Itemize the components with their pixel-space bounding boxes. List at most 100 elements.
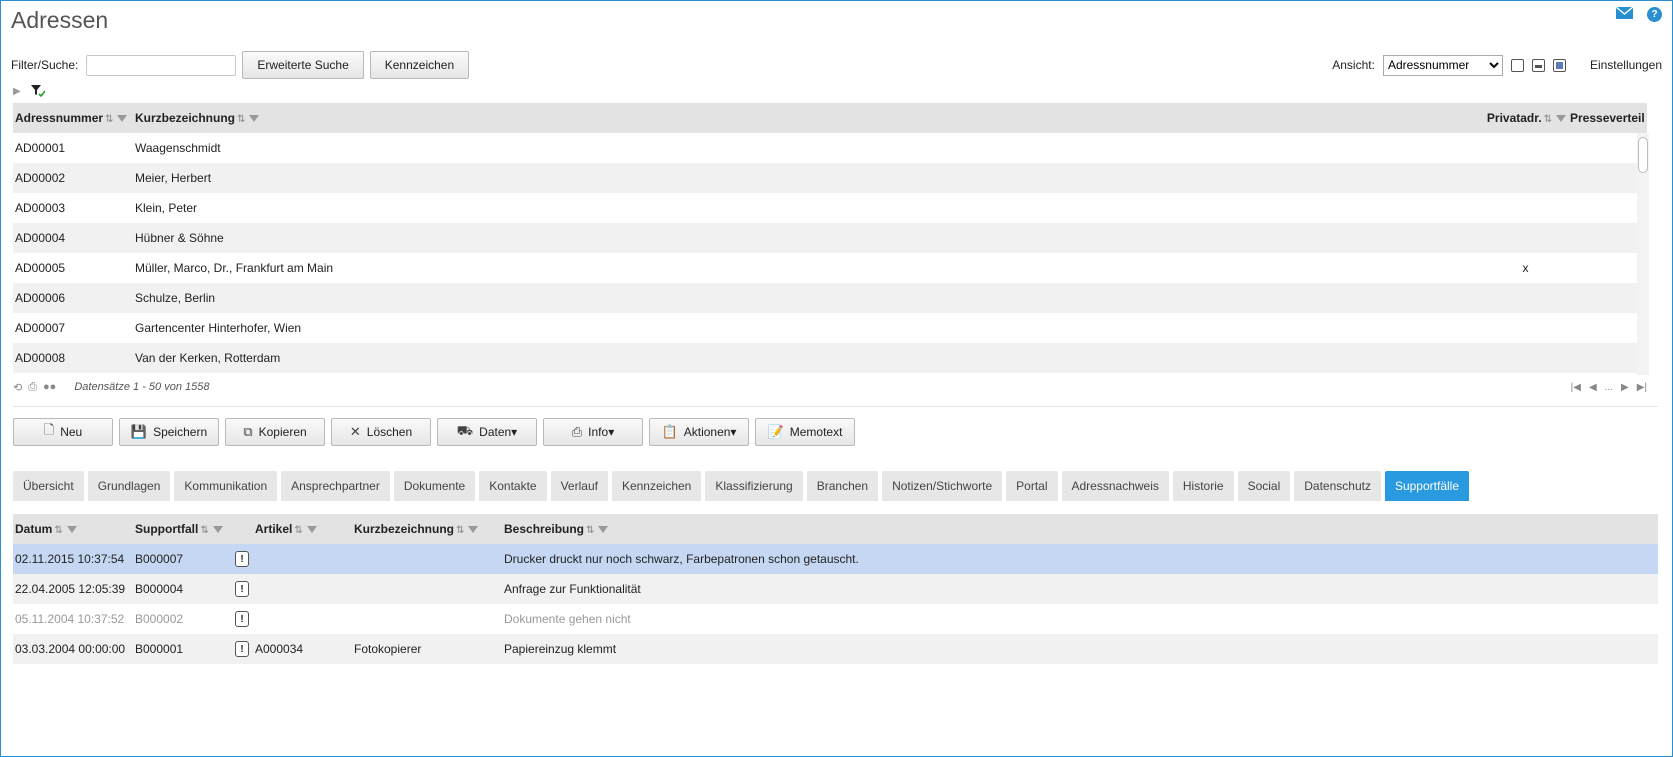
print-icon[interactable]: ⎙	[28, 381, 37, 394]
tab-datenschutz[interactable]: Datenschutz	[1294, 471, 1381, 501]
address-table-body: AD00001 Waagenschmidt AD00002 Meier, Herbe…	[13, 133, 1647, 373]
sort-icon[interactable]: ⇅	[1544, 114, 1552, 125]
col-header-kurzbezeichnung[interactable]: Kurzbezeichnung ⇅	[133, 111, 1483, 125]
mail-icon[interactable]	[1616, 7, 1633, 19]
vertical-scrollbar[interactable]	[1637, 133, 1649, 375]
col-header-artikel[interactable]: Artikel ⇅	[253, 522, 352, 536]
table-row[interactable]: AD00004 Hübner & Söhne	[13, 223, 1647, 253]
column-filter-icon[interactable]	[117, 115, 128, 123]
refresh-icon[interactable]: ⟲	[13, 381, 22, 394]
tab-notizen[interactable]: Notizen/Stichworte	[882, 471, 1003, 501]
page-ellipsis[interactable]: ...	[1605, 382, 1613, 393]
table-row[interactable]: 05.11.2004 10:37:52 B000002! Dokumente geh…	[13, 604, 1658, 634]
save-button[interactable]: 💾 Speichern	[119, 418, 219, 446]
delete-button[interactable]: ✕ Löschen	[331, 418, 431, 446]
pager: ⟲ ⎙ ●● Datensätze 1 - 50 von 1558 |◀ ◀ .…	[13, 379, 1647, 395]
tab-portal[interactable]: Portal	[1006, 471, 1058, 501]
filter-active-icon[interactable]	[30, 85, 45, 97]
sort-icon[interactable]: ⇅	[54, 525, 62, 536]
col-header-presseverteil[interactable]: Presseverteil	[1568, 111, 1647, 125]
column-filter-icon[interactable]	[468, 526, 479, 534]
tab-social[interactable]: Social	[1237, 471, 1291, 501]
info-menu-button[interactable]: ⎙ Info▾	[543, 418, 643, 446]
table-row[interactable]: 22.04.2005 12:05:39 B000004! Anfrage zur F…	[13, 574, 1658, 604]
tab-dokumente[interactable]: Dokumente	[393, 471, 476, 501]
expand-arrow-icon[interactable]: ▶	[13, 86, 21, 97]
data-menu-button[interactable]: ⛟ Daten▾	[437, 418, 537, 446]
help-icon[interactable]: ?	[1647, 7, 1662, 22]
col-header-kurzbezeichnung[interactable]: Kurzbezeichnung ⇅	[352, 522, 502, 536]
memo-icon: 📝	[767, 424, 784, 439]
col-header-privatadr[interactable]: Privatadr. ⇅	[1483, 111, 1568, 125]
advanced-search-button[interactable]: Erweiterte Suche	[242, 51, 364, 79]
column-filter-icon[interactable]	[598, 526, 609, 534]
priority-icon[interactable]: !	[235, 611, 249, 628]
tab-kennzeichen[interactable]: Kennzeichen	[611, 471, 702, 501]
top-icons: ?	[1616, 7, 1662, 22]
sort-icon[interactable]: ⇅	[200, 525, 208, 536]
table-row[interactable]: AD00008 Van der Kerken, Rotterdam	[13, 343, 1647, 373]
copy-button[interactable]: ⧉ Kopieren	[225, 418, 325, 446]
column-filter-icon[interactable]	[306, 526, 317, 534]
first-page-icon[interactable]: |◀	[1571, 382, 1581, 393]
save-icon: 💾	[130, 424, 148, 439]
new-button[interactable]: 🗋 Neu	[13, 418, 113, 446]
table-row[interactable]: AD00001 Waagenschmidt	[13, 133, 1647, 163]
toggle-icon[interactable]: ●●	[43, 381, 56, 394]
tab-kontakte[interactable]: Kontakte	[479, 471, 547, 501]
tab-klassifizierung[interactable]: Klassifizierung	[705, 471, 803, 501]
prev-page-icon[interactable]: ◀	[1589, 382, 1597, 393]
sort-icon[interactable]: ⇅	[586, 525, 594, 536]
pager-nav: |◀ ◀ ... ▶ ▶|	[1571, 382, 1647, 393]
view-controls: Ansicht: Adressnummer Einstellungen	[1332, 54, 1662, 76]
actions-menu-button[interactable]: 📋 Aktionen▾	[649, 418, 749, 446]
priority-icon[interactable]: !	[235, 551, 249, 568]
tab-adressnachweis[interactable]: Adressnachweis	[1061, 471, 1169, 501]
tab-kommunikation[interactable]: Kommunikation	[174, 471, 278, 501]
view-select[interactable]: Adressnummer	[1382, 54, 1503, 76]
clipboard-icon: 📋	[661, 424, 678, 439]
col-header-beschreibung[interactable]: Beschreibung ⇅	[502, 522, 1642, 536]
address-table-header: Adressnummer ⇅ Kurzbezeichnung ⇅ Privatadr…	[13, 103, 1647, 133]
sort-icon[interactable]: ⇅	[237, 114, 245, 125]
col-header-adressnummer[interactable]: Adressnummer ⇅	[13, 111, 133, 125]
last-page-icon[interactable]: ▶|	[1637, 382, 1647, 393]
layout-full-icon[interactable]	[1552, 58, 1566, 72]
col-header-supportfall[interactable]: Supportfall ⇅	[133, 522, 233, 536]
memo-button[interactable]: 📝 Memotext	[755, 418, 855, 446]
truck-icon: ⛟	[456, 423, 474, 438]
detail-tabs: Übersicht Grundlagen Kommunikation Anspr…	[13, 471, 1469, 501]
address-table: Adressnummer ⇅ Kurzbezeichnung ⇅ Privatadr…	[13, 103, 1647, 373]
tab-ansprechpartner[interactable]: Ansprechpartner	[281, 471, 390, 501]
table-row[interactable]: AD00003 Klein, Peter	[13, 193, 1647, 223]
sort-icon[interactable]: ⇅	[105, 114, 113, 125]
tab-grundlagen[interactable]: Grundlagen	[87, 471, 171, 501]
settings-link[interactable]: Einstellungen	[1590, 58, 1662, 72]
tab-supportfaelle[interactable]: Supportfälle	[1384, 471, 1469, 501]
tab-verlauf[interactable]: Verlauf	[550, 471, 608, 501]
priority-icon[interactable]: !	[235, 641, 249, 658]
table-row[interactable]: AD00007 Gartencenter Hinterhofer, Wien	[13, 313, 1647, 343]
table-row[interactable]: AD00002 Meier, Herbert	[13, 163, 1647, 193]
sort-icon[interactable]: ⇅	[294, 525, 302, 536]
tags-button[interactable]: Kennzeichen	[369, 51, 470, 79]
table-row[interactable]: 02.11.2015 10:37:54 B000007! Drucker druck…	[13, 544, 1658, 574]
col-header-datum[interactable]: Datum ⇅	[13, 522, 133, 536]
sort-icon[interactable]: ⇅	[456, 525, 464, 536]
table-row[interactable]: AD00006 Schulze, Berlin	[13, 283, 1647, 313]
layout-single-icon[interactable]	[1510, 58, 1524, 72]
table-row[interactable]: AD00005 Müller, Marco, Dr., Frankfurt am …	[13, 253, 1647, 283]
tab-uebersicht[interactable]: Übersicht	[13, 471, 84, 501]
tab-branchen[interactable]: Branchen	[806, 471, 879, 501]
column-filter-icon[interactable]	[66, 526, 77, 534]
column-filter-icon[interactable]	[1556, 115, 1566, 123]
next-page-icon[interactable]: ▶	[1621, 382, 1629, 393]
scrollbar-thumb[interactable]	[1638, 137, 1648, 173]
search-input[interactable]	[86, 54, 237, 76]
tab-historie[interactable]: Historie	[1172, 471, 1234, 501]
priority-icon[interactable]: !	[235, 581, 249, 598]
layout-split-icon[interactable]	[1531, 58, 1545, 72]
column-filter-icon[interactable]	[212, 526, 223, 534]
table-row[interactable]: 03.03.2004 00:00:00 B000001! A000034 Fotoko…	[13, 634, 1658, 664]
column-filter-icon[interactable]	[249, 115, 260, 123]
